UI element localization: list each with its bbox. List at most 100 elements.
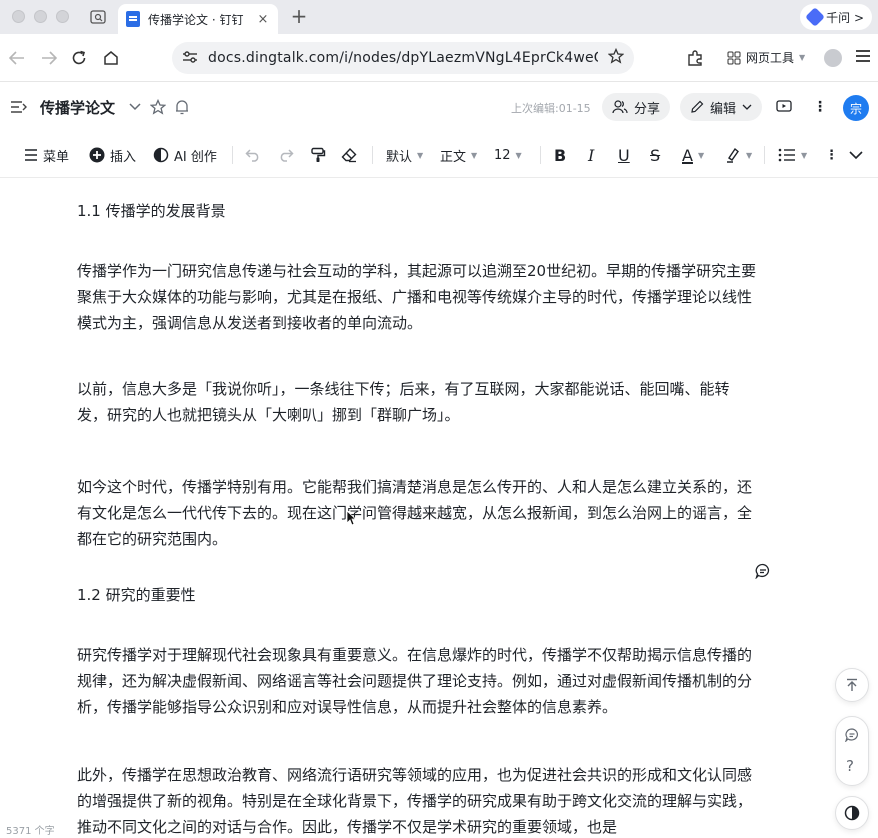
active-tab[interactable]: 传播学论文 · 钉钉 × xyxy=(118,4,278,34)
toolbar-divider xyxy=(372,146,373,164)
highlight-button[interactable]: ▼ xyxy=(725,145,752,165)
title-chevron-down-icon[interactable] xyxy=(126,98,144,116)
toolbar-collapse-icon[interactable] xyxy=(849,145,863,165)
share-label: 分享 xyxy=(634,101,661,117)
chevron-down-icon: ▼ xyxy=(746,150,753,160)
users-icon xyxy=(612,100,628,114)
chevron-down-icon: ▼ xyxy=(471,150,478,160)
ai-create-label: AI 创作 xyxy=(174,149,217,165)
address-bar[interactable]: docs.dingtalk.com/i/nodes/dpYLaezmVNgL4E… xyxy=(172,42,634,74)
clear-format-eraser-icon[interactable] xyxy=(341,145,357,165)
site-settings-icon[interactable] xyxy=(182,49,198,68)
format-painter-icon[interactable] xyxy=(310,145,326,165)
floating-help-group: ? xyxy=(835,716,869,786)
plus-circle-icon xyxy=(89,147,105,163)
chevron-down-icon: ▼ xyxy=(799,53,806,62)
back-to-top-button[interactable] xyxy=(835,668,869,702)
toolbar-divider xyxy=(540,146,541,164)
underline-icon[interactable]: U xyxy=(618,145,630,165)
toolbar-divider xyxy=(764,146,765,164)
paragraph[interactable]: 此外，传播学在思想政治教育、网络流行语研究等领域的应用，也为促进社会共识的形成和… xyxy=(77,762,757,838)
list-button[interactable]: ▼ xyxy=(778,145,807,165)
ai-create-button[interactable]: AI 创作 xyxy=(153,145,217,165)
qianwen-label: 千问 > xyxy=(826,10,864,25)
user-avatar[interactable]: 宗 xyxy=(843,95,869,121)
section-heading[interactable]: 1.2 研究的重要性 xyxy=(77,582,196,608)
address-row: docs.dingtalk.com/i/nodes/dpYLaezmVNgL4E… xyxy=(0,34,878,82)
notification-bell-icon[interactable] xyxy=(173,98,191,116)
tab-search-icon[interactable] xyxy=(88,7,108,27)
help-icon[interactable]: ? xyxy=(846,757,854,775)
strikethrough-icon[interactable]: S xyxy=(650,145,660,165)
forward-button[interactable] xyxy=(38,47,60,69)
theme-toggle-button[interactable] xyxy=(835,796,869,830)
menu-label: 菜单 xyxy=(43,149,70,165)
doc-title[interactable]: 传播学论文 xyxy=(40,97,115,118)
paragraph[interactable]: 如今这个时代，传播学特别有用。它能帮我们搞清楚消息是怎么传开的、人和人是怎么建立… xyxy=(77,474,757,552)
theme-icon xyxy=(844,805,860,821)
comment-icon[interactable] xyxy=(755,563,771,580)
browser-tab-strip: 传播学论文 · 钉钉 × + 千问 > xyxy=(0,0,878,34)
paragraph[interactable]: 传播学作为一门研究信息传递与社会互动的学科，其起源可以追溯至20世纪初。早期的传… xyxy=(77,258,757,336)
font-size-value: 12 xyxy=(494,147,511,163)
web-tools-label: 网页工具 xyxy=(746,51,795,65)
font-family-value: 默认 xyxy=(386,149,413,165)
share-button[interactable]: 分享 xyxy=(602,93,671,121)
toolbar-divider xyxy=(232,146,233,164)
profile-avatar[interactable] xyxy=(824,49,842,67)
word-count: 5371 个字 xyxy=(6,826,55,837)
window-maximize-button[interactable] xyxy=(56,10,69,23)
url-text[interactable]: docs.dingtalk.com/i/nodes/dpYLaezmVNgL4E… xyxy=(208,50,598,66)
last-edit-text: 上次编辑:01-15 xyxy=(511,102,591,115)
chevron-down-icon xyxy=(742,104,752,110)
new-tab-button[interactable]: + xyxy=(288,5,310,27)
editor-toolbar: 菜单 插入 AI 创作 默认 ▼ 正文 ▼ 12 ▼ B I U S A ▼ ▼… xyxy=(0,132,878,178)
mouse-cursor-icon xyxy=(346,510,357,530)
present-icon[interactable] xyxy=(775,98,793,116)
browser-menu-icon[interactable] xyxy=(856,50,870,62)
back-button[interactable] xyxy=(6,47,28,69)
doc-favicon-icon xyxy=(126,11,140,27)
edit-mode-button[interactable]: 编辑 xyxy=(680,93,763,121)
tab-close-icon[interactable]: × xyxy=(256,12,270,27)
highlighter-icon xyxy=(727,147,739,163)
redo-icon[interactable] xyxy=(278,145,294,165)
toolbar-more-icon[interactable]: ⋮ xyxy=(825,145,838,165)
chevron-down-icon: ▼ xyxy=(515,150,522,160)
edit-label: 编辑 xyxy=(710,101,737,117)
favorite-star-icon[interactable] xyxy=(149,98,167,116)
paragraph-style-select[interactable]: 正文 ▼ xyxy=(440,145,477,165)
chevron-down-icon: ▼ xyxy=(801,150,808,160)
chevron-down-icon: ▼ xyxy=(417,150,424,160)
tab-title: 传播学论文 · 钉钉 xyxy=(148,12,244,27)
ai-icon xyxy=(153,147,169,163)
paragraph[interactable]: 研究传播学对于理解现代社会现象具有重要意义。在信息爆炸的时代，传播学不仅帮助揭示… xyxy=(77,642,757,720)
italic-icon[interactable]: I xyxy=(588,145,594,165)
undo-icon[interactable] xyxy=(245,145,261,165)
chevron-down-icon: ▼ xyxy=(697,150,705,160)
document-body[interactable]: 1.1 传播学的发展背景 传播学作为一门研究信息传递与社会互动的学科，其起源可以… xyxy=(0,178,878,838)
doc-header: 传播学论文 上次编辑:01-15 分享 编辑 ⋮ 宗 xyxy=(0,82,878,132)
bookmark-star-icon[interactable] xyxy=(607,47,625,68)
qianwen-button[interactable]: 千问 > xyxy=(800,4,872,30)
window-close-button[interactable] xyxy=(12,10,25,23)
sidebar-toggle-icon[interactable] xyxy=(10,98,28,116)
grid-icon xyxy=(727,51,741,64)
font-family-select[interactable]: 默认 ▼ xyxy=(386,145,423,165)
window-minimize-button[interactable] xyxy=(34,10,47,23)
menu-button[interactable]: 菜单 xyxy=(24,145,69,165)
paragraph[interactable]: 以前，信息大多是「我说你听」，一条线往下传；后来，有了互联网，大家都能说话、能回… xyxy=(77,376,757,428)
reload-button[interactable] xyxy=(68,47,90,69)
extensions-icon[interactable] xyxy=(684,47,706,69)
web-tools-menu[interactable]: 网页工具 ▼ xyxy=(727,49,805,66)
font-size-select[interactable]: 12 ▼ xyxy=(494,145,522,165)
arrow-up-icon xyxy=(847,678,857,691)
comments-panel-icon[interactable] xyxy=(844,727,859,746)
insert-button[interactable]: 插入 xyxy=(89,145,136,165)
more-options-icon[interactable]: ⋮ xyxy=(811,98,829,116)
bold-icon[interactable]: B xyxy=(554,145,566,165)
qianwen-icon xyxy=(805,7,826,27)
section-heading[interactable]: 1.1 传播学的发展背景 xyxy=(77,198,226,224)
home-button[interactable] xyxy=(100,47,122,69)
text-color-button[interactable]: A ▼ xyxy=(682,145,704,165)
